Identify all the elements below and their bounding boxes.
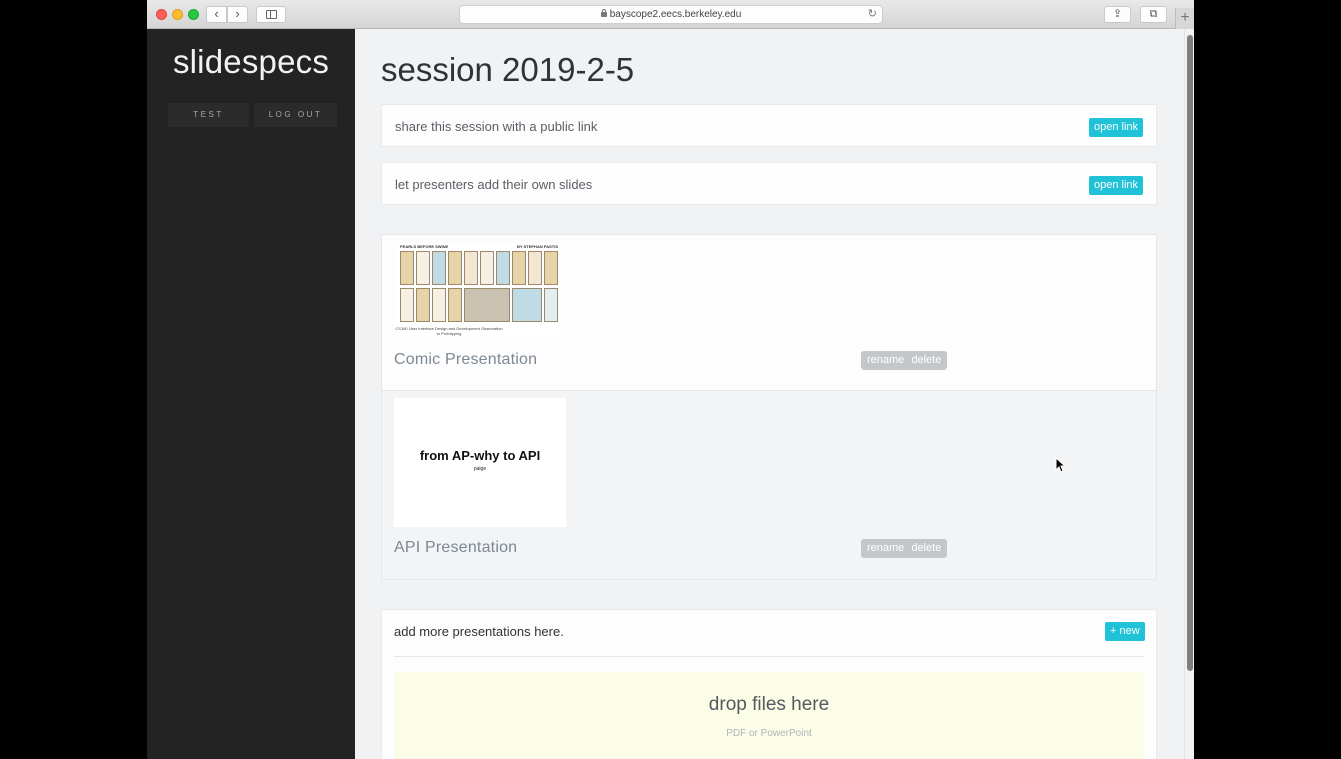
comic-header-left: PEARLS BEFORE SWINE: [400, 244, 449, 249]
comic-panel: [448, 288, 462, 322]
rename-button[interactable]: rename: [867, 542, 904, 554]
presenters-link-card: let presenters add their own slides open…: [381, 162, 1157, 205]
share-icon: ⇪: [1112, 8, 1123, 20]
share-open-link-button[interactable]: open link: [1089, 118, 1144, 137]
rename-button[interactable]: rename: [867, 354, 904, 366]
comic-panel: [416, 288, 430, 322]
main-content: session 2019-2-5 share this session with…: [355, 29, 1184, 759]
comic-panel: [544, 288, 558, 322]
presentation-actions: rename delete: [861, 351, 948, 370]
api-thumbnail[interactable]: from AP-why to API paige: [394, 398, 566, 527]
comic-panel: [512, 251, 526, 285]
dropzone-title: drop files here: [708, 694, 830, 715]
test-button[interactable]: TEST: [168, 103, 249, 127]
comic-panel: [464, 251, 478, 285]
presentation-item[interactable]: from AP-why to API paige API Presentatio…: [382, 391, 1156, 579]
delete-button[interactable]: delete: [911, 354, 941, 366]
lock-icon: [600, 9, 607, 17]
delete-button[interactable]: delete: [911, 542, 941, 554]
comic-panel: [400, 251, 414, 285]
reload-icon[interactable]: ↻: [868, 6, 877, 23]
presentation-name: Comic Presentation: [394, 351, 538, 368]
minimize-window-icon[interactable]: [172, 9, 183, 20]
share-button[interactable]: ⇪: [1104, 6, 1131, 23]
comic-caption: CS160 User Interface Design and Developm…: [395, 326, 503, 336]
tabs-icon: ⧉: [1149, 8, 1158, 20]
vertical-scrollbar[interactable]: [1184, 29, 1194, 759]
browser-titlebar: ‹ › bayscope2.eecs.berkeley.edu ↻ ⇪ ⧉ +: [147, 0, 1194, 29]
browser-window: ‹ › bayscope2.eecs.berkeley.edu ↻ ⇪ ⧉ + …: [147, 0, 1194, 759]
sidebar-icon: [266, 10, 277, 19]
logout-button[interactable]: LOG OUT: [254, 103, 337, 127]
comic-panel: [528, 251, 542, 285]
presentation-name: API Presentation: [394, 539, 518, 556]
comic-panel: [400, 288, 414, 322]
divider: [394, 656, 1144, 657]
comic-panel: [432, 288, 446, 322]
share-link-card: share this session with a public link op…: [381, 104, 1157, 147]
dropzone-subtitle: PDF or PowerPoint: [726, 728, 812, 739]
show-tabs-button[interactable]: ⧉: [1140, 6, 1167, 23]
api-thumbnail-subtitle: paige: [473, 466, 487, 472]
add-presentations-card: add more presentations here. + new drop …: [381, 609, 1157, 759]
page-title: session 2019-2-5: [381, 51, 635, 88]
brand-logo[interactable]: slidespecs: [147, 43, 355, 81]
comic-panel: [416, 251, 430, 285]
mouse-cursor-icon: [1055, 457, 1067, 473]
plus-icon: +: [1180, 9, 1190, 26]
comic-panel: [464, 288, 510, 322]
close-window-icon[interactable]: [156, 9, 167, 20]
comic-panel: [544, 251, 558, 285]
forward-button[interactable]: ›: [227, 6, 248, 23]
presentation-item[interactable]: PEARLS BEFORE SWINE BY STEPHAN PASTIS CS…: [382, 235, 1156, 391]
file-dropzone[interactable]: drop files here PDF or PowerPoint: [394, 672, 1144, 759]
comic-panel: [432, 251, 446, 285]
share-link-text: share this session with a public link: [395, 119, 598, 134]
comic-panel: [496, 251, 510, 285]
comic-panel: [480, 251, 494, 285]
presenters-open-link-button[interactable]: open link: [1089, 176, 1144, 195]
sidebar-toggle-button[interactable]: [256, 6, 286, 23]
new-presentation-button[interactable]: + new: [1105, 622, 1145, 641]
maximize-window-icon[interactable]: [188, 9, 199, 20]
comic-panel: [448, 251, 462, 285]
comic-thumbnail[interactable]: PEARLS BEFORE SWINE BY STEPHAN PASTIS CS…: [394, 243, 560, 337]
app-sidebar: slidespecs TEST LOG OUT: [147, 29, 355, 759]
presentation-list: PEARLS BEFORE SWINE BY STEPHAN PASTIS CS…: [381, 234, 1157, 580]
chevron-left-icon: ‹: [214, 6, 219, 21]
url-text: bayscope2.eecs.berkeley.edu: [609, 9, 742, 20]
api-thumbnail-title: from AP-why to API: [419, 448, 541, 463]
add-presentations-text: add more presentations here.: [394, 624, 564, 639]
comic-header-right: BY STEPHAN PASTIS: [517, 244, 558, 249]
chevron-right-icon: ›: [235, 6, 240, 21]
presenters-link-text: let presenters add their own slides: [395, 177, 593, 192]
presentation-actions: rename delete: [861, 539, 948, 558]
scrollbar-thumb[interactable]: [1187, 35, 1193, 671]
comic-panel: [512, 288, 542, 322]
address-bar[interactable]: bayscope2.eecs.berkeley.edu ↻: [459, 5, 883, 24]
back-button[interactable]: ‹: [206, 6, 227, 23]
new-tab-button[interactable]: +: [1175, 8, 1194, 29]
